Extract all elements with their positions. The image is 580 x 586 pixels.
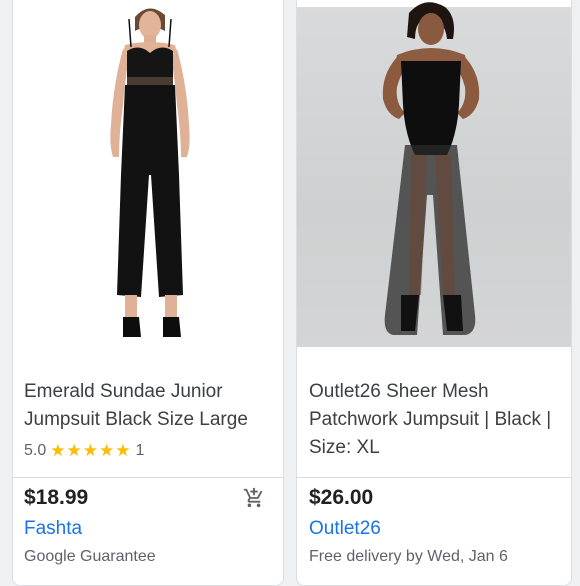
rating-row: 5.0 ★★★★★ 1 xyxy=(24,441,144,461)
jumpsuit-image xyxy=(110,8,190,337)
delivery-text: Free delivery by Wed, Jan 6 xyxy=(309,548,508,565)
add-to-cart-button[interactable] xyxy=(241,485,267,511)
review-count: 1 xyxy=(135,442,145,459)
rating-value: 5.0 xyxy=(24,442,47,459)
product-title[interactable]: Emerald Sundae Junior Jumpsuit Black Siz… xyxy=(24,378,273,434)
product-card[interactable]: Outlet26 Sheer Mesh Patchwork Jumpsuit |… xyxy=(296,0,572,586)
add-shopping-cart-icon xyxy=(243,487,263,508)
product-image[interactable] xyxy=(297,0,571,347)
divider xyxy=(297,477,571,478)
product-price: $26.00 xyxy=(309,486,374,509)
jumpsuit-image xyxy=(382,2,480,335)
merchant-link[interactable]: Outlet26 xyxy=(309,518,381,540)
guarantee-text: Google Guarantee xyxy=(24,548,156,565)
product-price: $18.99 xyxy=(24,486,89,509)
star-rating-icon: ★★★★★ xyxy=(50,441,132,460)
product-image[interactable] xyxy=(13,0,283,347)
merchant-link[interactable]: Fashta xyxy=(24,518,82,540)
product-title[interactable]: Outlet26 Sheer Mesh Patchwork Jumpsuit |… xyxy=(309,378,561,462)
product-card[interactable]: Emerald Sundae Junior Jumpsuit Black Siz… xyxy=(12,0,284,586)
divider xyxy=(13,477,283,478)
